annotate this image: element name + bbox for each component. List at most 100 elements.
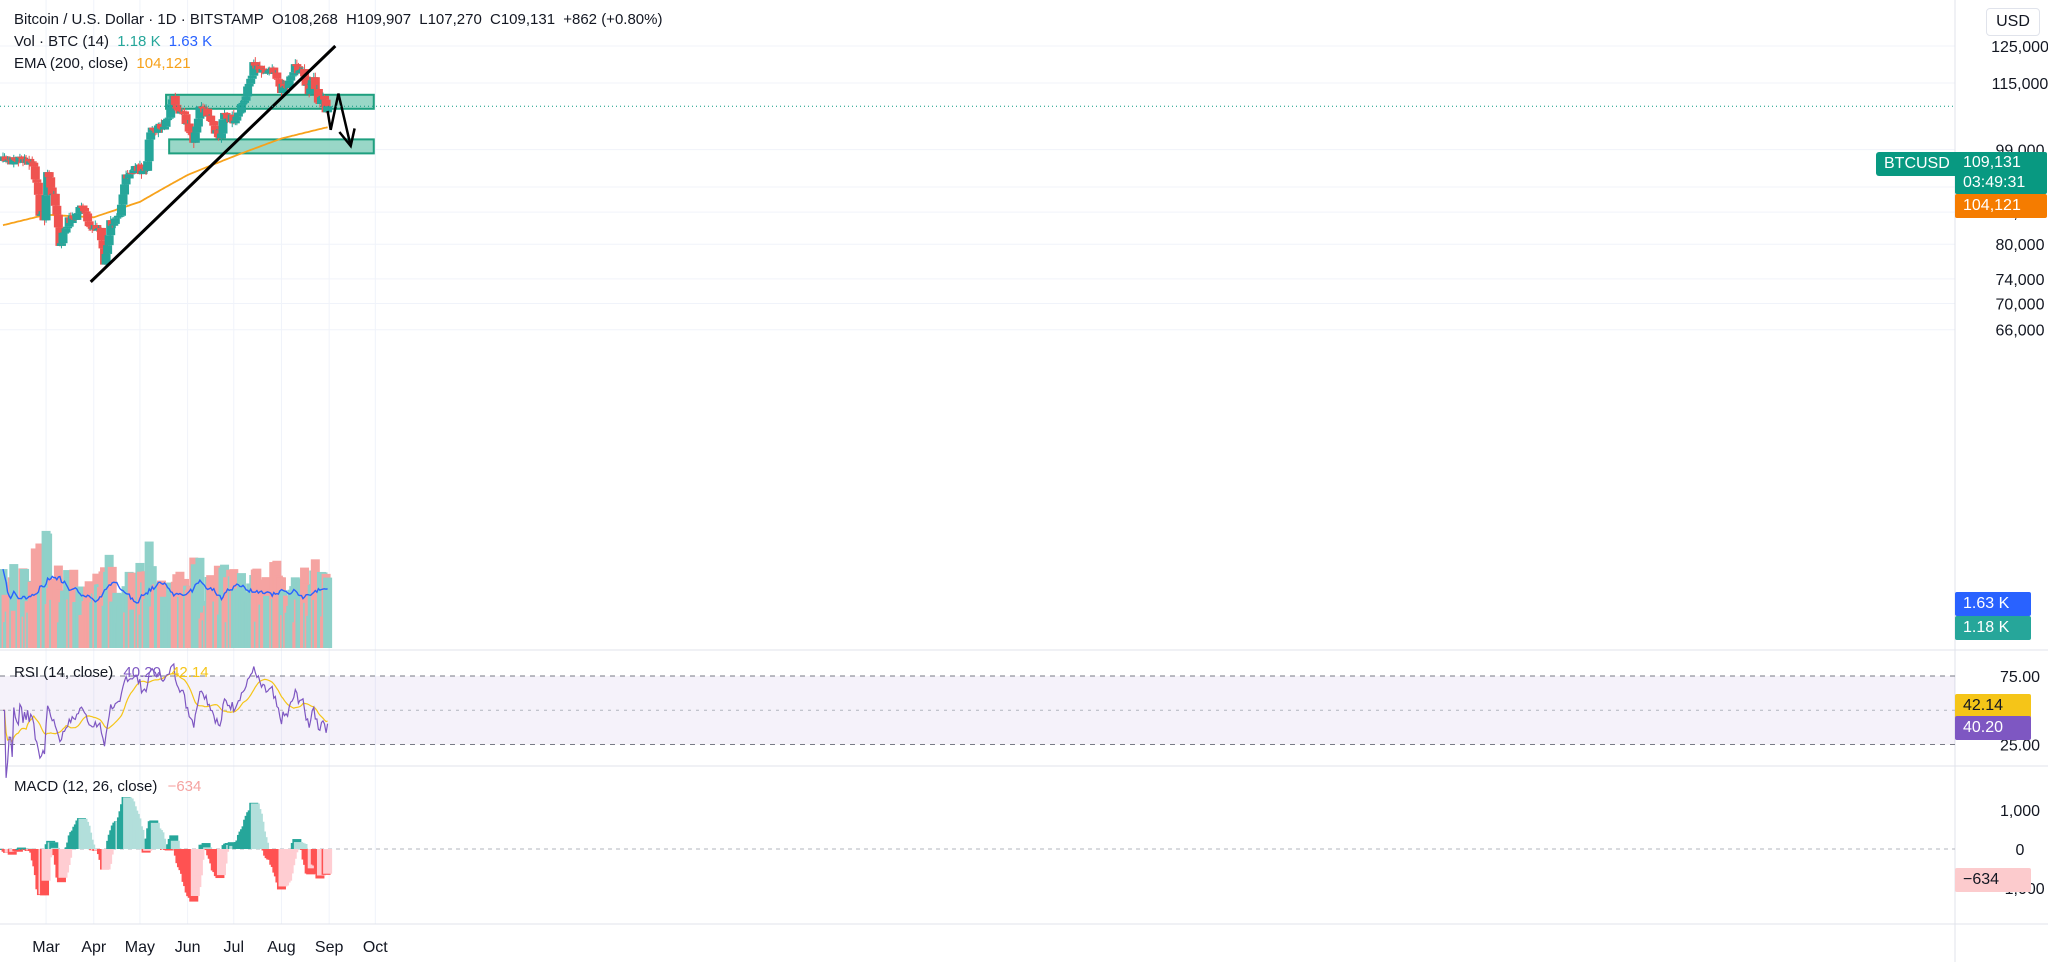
candle-body xyxy=(230,120,240,124)
candle-body xyxy=(243,86,253,97)
time-axis-tick: May xyxy=(125,939,155,956)
price-axis-tick: 125,000 xyxy=(1991,39,2048,56)
macd-histogram-bar xyxy=(164,849,174,851)
time-axis-tick: Apr xyxy=(81,939,107,956)
rsi-tag: 40.20 xyxy=(1955,716,2031,740)
macd-label: MACD (12, 26, close) xyxy=(14,778,158,795)
candle-body xyxy=(143,161,153,171)
candle-body xyxy=(209,121,219,126)
currency-button[interactable]: USD xyxy=(1986,8,2040,36)
last-price-tag: 109,131 03:49:31 xyxy=(1955,152,2047,194)
rsi-label: RSI (14, close) xyxy=(14,664,114,681)
candle-body xyxy=(164,117,174,119)
macd-legend[interactable]: MACD (12, 26, close) −634 xyxy=(14,778,201,795)
macd-histogram-bar xyxy=(220,849,230,852)
rsi-legend[interactable]: RSI (14, close) 40.20 42.14 xyxy=(14,664,209,681)
volume-legend[interactable]: Vol · BTC (14) 1.18 K 1.63 K xyxy=(14,32,216,52)
volume-ma-tag: 1.63 K xyxy=(1955,592,2031,616)
rsi-axis-tick: 25.00 xyxy=(2000,738,2040,755)
trend-line xyxy=(89,44,337,283)
macd-histogram-bar xyxy=(203,847,213,849)
last-price-value: 109,131 xyxy=(1963,154,2021,171)
candle-body xyxy=(78,205,88,209)
ema-price-tag: 104,121 xyxy=(1955,194,2047,218)
macd-axis-tick: 0 xyxy=(2016,842,2025,859)
macd-histogram-bar xyxy=(16,847,26,849)
price-axis-tick: 66,000 xyxy=(1996,323,2045,340)
symbol-legend: Bitcoin / U.S. Dollar · 1D · BITSTAMP O1… xyxy=(14,10,666,30)
candle-body xyxy=(41,195,51,221)
candle-body xyxy=(32,179,42,183)
candle-body xyxy=(56,243,66,246)
candle-body xyxy=(118,194,128,205)
candle-body xyxy=(33,182,43,195)
rsi-ma-value: 42.14 xyxy=(171,664,209,681)
candle-body xyxy=(232,116,242,121)
rsi-value: 40.20 xyxy=(123,664,161,681)
candle-body xyxy=(81,211,91,214)
close-value: C109,131 xyxy=(490,11,556,28)
low-value: L107,270 xyxy=(419,11,482,28)
macd-histogram-bar xyxy=(104,849,114,855)
chart-root: 125,000115,00099,00091,00086,00080,00074… xyxy=(0,0,2048,962)
candle-body xyxy=(236,104,246,113)
candle-body xyxy=(287,75,297,77)
time-axis-tick: Oct xyxy=(363,939,388,956)
candle-body xyxy=(180,111,190,115)
change-value: +862 (+0.80%) xyxy=(563,11,663,28)
time-axis-tick: Mar xyxy=(32,939,60,956)
macd-tag: −634 xyxy=(1955,868,2031,892)
candle-body xyxy=(144,139,154,162)
candle-body xyxy=(124,174,134,179)
macd-histogram-bar xyxy=(323,849,333,874)
macd-histogram-bar xyxy=(158,845,168,849)
time-axis-tick: Jun xyxy=(175,939,201,956)
ema-legend[interactable]: EMA (200, close) 104,121 xyxy=(14,54,195,74)
candle-body xyxy=(216,133,226,139)
macd-axis-tick: 1,000 xyxy=(2000,803,2040,820)
macd-histogram-bar xyxy=(143,849,153,851)
ema-label: EMA (200, close) xyxy=(14,55,129,72)
volume-value: 1.18 K xyxy=(117,33,161,50)
candle-body xyxy=(190,132,200,143)
candle-body xyxy=(218,119,228,134)
candle-body xyxy=(273,78,283,80)
symbol-title[interactable]: Bitcoin / U.S. Dollar · 1D · BITSTAMP xyxy=(14,11,264,28)
candle-body xyxy=(240,100,250,103)
rsi-axis-tick: 75.00 xyxy=(2000,669,2040,686)
price-axis-tick: 70,000 xyxy=(1996,297,2045,314)
candle-body xyxy=(30,166,40,180)
price-axis-tick: 80,000 xyxy=(1996,237,2045,254)
volume-ma-value: 1.63 K xyxy=(168,33,213,50)
price-axis-tick: 115,000 xyxy=(1992,76,2048,93)
ema-value: 104,121 xyxy=(136,55,191,72)
candle-body xyxy=(103,245,113,254)
macd-histogram-bar xyxy=(63,849,73,858)
time-axis-tick: Aug xyxy=(267,939,295,956)
candle-body xyxy=(272,72,282,79)
macd-histogram-bar xyxy=(298,844,308,849)
time-axis-tick: Jul xyxy=(224,939,244,956)
candle-body xyxy=(53,214,63,228)
candle-body xyxy=(247,75,257,79)
candle-body xyxy=(115,215,125,217)
candle-body xyxy=(120,184,130,195)
chart-canvas[interactable]: 125,000115,00099,00091,00086,00080,00074… xyxy=(0,0,2048,962)
candle-body xyxy=(104,235,114,246)
candle-body xyxy=(52,205,62,215)
price-axis-tick: 74,000 xyxy=(1996,272,2045,289)
volume-tag: 1.18 K xyxy=(1955,616,2031,640)
candle-body xyxy=(96,227,106,241)
candle-body xyxy=(29,162,39,167)
candle-body xyxy=(235,112,245,114)
candle-body xyxy=(80,208,90,212)
candle-body xyxy=(83,213,93,222)
candle-body xyxy=(246,78,256,84)
candle-body xyxy=(109,223,119,226)
symbol-price-tag: BTCUSD xyxy=(1876,152,1958,176)
macd-value: −634 xyxy=(167,778,202,795)
macd-histogram-bar xyxy=(170,840,180,849)
candle-body xyxy=(161,120,171,127)
macd-histogram-bar xyxy=(289,849,299,853)
candle-body xyxy=(320,95,330,100)
